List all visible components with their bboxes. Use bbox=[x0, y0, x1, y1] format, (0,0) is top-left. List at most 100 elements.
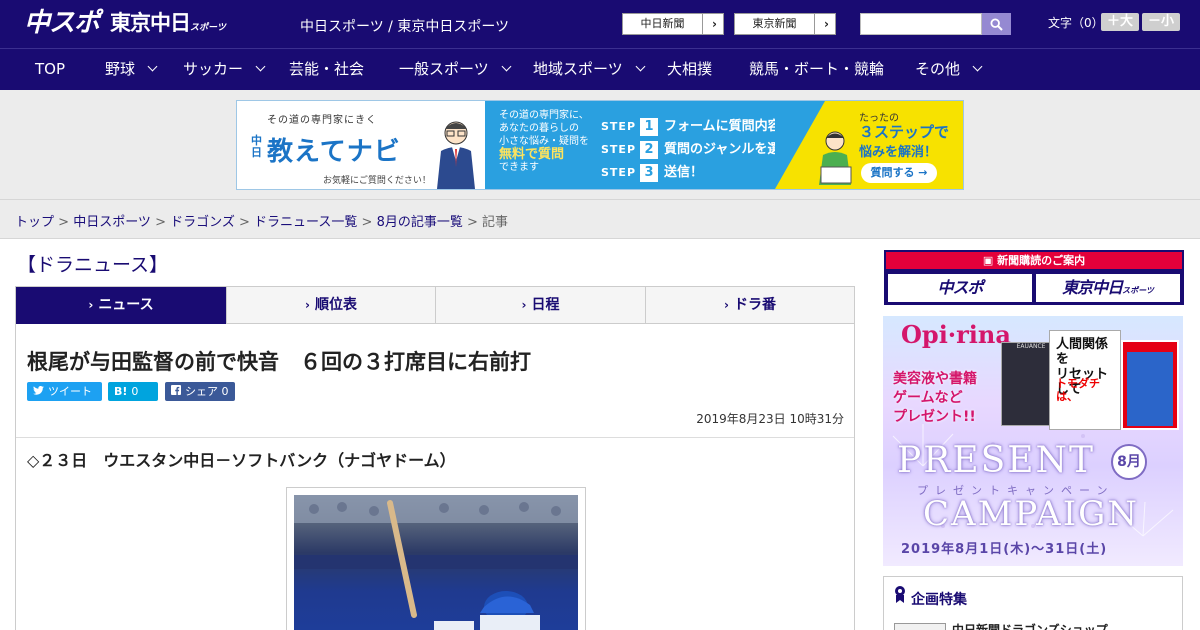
hatena-bookmark-icon: B! bbox=[114, 385, 128, 398]
ad-brand: 教えてナビ bbox=[267, 137, 401, 167]
nav-label: 一般スポーツ bbox=[399, 60, 489, 78]
article-photo-frame bbox=[286, 487, 586, 630]
campaign-product-label: EAUANCE bbox=[1016, 343, 1046, 350]
nav-item-general-sports[interactable]: 一般スポーツ bbox=[399, 49, 512, 91]
newspaper-icon: ▣ bbox=[982, 254, 998, 267]
subscribe-tokyo-chunichi-sub: スポーツ bbox=[1122, 286, 1154, 295]
breadcrumb-chunichi-sports[interactable]: 中日スポーツ bbox=[73, 215, 151, 230]
tab-standings[interactable]: › 順位表 bbox=[227, 287, 436, 324]
twitter-bird-icon bbox=[33, 382, 44, 401]
oshiete-navi-ad-banner[interactable]: その道の専門家にきく 中日 教えてナビ お気軽にご質問ください！ その道の専門家… bbox=[236, 100, 964, 190]
campaign-brand: Opi·rina bbox=[901, 320, 1011, 349]
ad-tagline: その道の専門家にきく bbox=[267, 115, 377, 126]
game-info: ◇２３日 ウエスタン中日－ソフトバンク（ナゴヤドーム） bbox=[27, 451, 456, 470]
news-tabs: › ニュース › 順位表 › 日程 › ドラ番 bbox=[15, 286, 855, 332]
chevron-down-icon bbox=[501, 61, 512, 72]
ad-step-label: STEP bbox=[601, 143, 637, 156]
breadcrumb-dragons[interactable]: ドラゴンズ bbox=[170, 215, 235, 230]
tweet-button[interactable]: ツイート bbox=[27, 382, 102, 401]
ad-right-line3: 悩みを解消！ bbox=[859, 145, 938, 160]
nav-item-regional-sports[interactable]: 地域スポーツ bbox=[533, 49, 646, 91]
chevron-right-icon: › bbox=[724, 298, 729, 312]
feature-box: 企画特集 中日新聞ドラゴンズショップ bbox=[883, 576, 1183, 630]
tab-news[interactable]: › ニュース bbox=[16, 287, 227, 332]
ad-step-number: 3 bbox=[640, 164, 659, 182]
chunichi-shimbun-label: 中日新聞 bbox=[623, 14, 703, 34]
chevron-right-icon: › bbox=[521, 298, 527, 312]
subscription-heading-text: 新聞購読のご案内 bbox=[997, 254, 1086, 267]
chevron-right-icon: › bbox=[88, 298, 94, 312]
subscribe-tokyo-chunichi-logo[interactable]: 東京中日スポーツ bbox=[1036, 274, 1180, 302]
tab-label: ニュース bbox=[98, 297, 154, 313]
breadcrumb-dora-news-list[interactable]: ドラニュース一覧 bbox=[254, 215, 357, 230]
subscribe-tokyo-chunichi-text: 東京中日 bbox=[1062, 278, 1123, 297]
facebook-label: シェア bbox=[185, 385, 218, 398]
nav-item-sumo[interactable]: 大相撲 bbox=[667, 49, 712, 91]
campaign-month-badge: 8月 bbox=[1111, 444, 1147, 480]
campaign-present-heading: PRESENT bbox=[897, 440, 1096, 481]
nav-label: 大相撲 bbox=[667, 60, 713, 78]
nav-label: 地域スポーツ bbox=[533, 60, 623, 78]
facebook-count: 0 bbox=[221, 385, 229, 398]
campaign-text-line: プレゼント!! bbox=[893, 409, 976, 425]
nav-item-top[interactable]: TOP bbox=[35, 49, 65, 91]
chuspo-logo[interactable]: 中スポ bbox=[24, 6, 100, 40]
campaign-dates: 2019年8月1日(木)〜31日(土) bbox=[901, 542, 1108, 557]
ad-right-line2: ３ステップで bbox=[859, 123, 950, 141]
nav-item-baseball[interactable]: 野球 bbox=[105, 49, 158, 91]
subscribe-chuspo-logo[interactable]: 中スポ bbox=[888, 274, 1032, 302]
campaign-game-box bbox=[1121, 340, 1179, 430]
ad-step-label: STEP bbox=[601, 166, 637, 179]
chevron-right-icon: › bbox=[824, 17, 829, 31]
chunichi-shimbun-link[interactable]: 中日新聞 › bbox=[622, 13, 724, 35]
tokyo-shimbun-link[interactable]: 東京新聞 › bbox=[734, 13, 836, 35]
ad-intro-highlight: 無料で質問 bbox=[499, 147, 565, 162]
nav-item-racing[interactable]: 競馬・ボート・競輪 bbox=[749, 49, 884, 91]
subscription-heading: ▣ 新聞購読のご案内 bbox=[886, 252, 1182, 269]
nav-label: TOP bbox=[35, 60, 66, 78]
nav-label: サッカー bbox=[183, 60, 244, 78]
nav-item-soccer[interactable]: サッカー bbox=[183, 49, 266, 91]
nav-item-other[interactable]: その他 bbox=[915, 49, 983, 91]
book-line: 人間関係を bbox=[1056, 337, 1109, 367]
tab-schedule[interactable]: › 日程 bbox=[436, 287, 646, 324]
publish-date: 2019年8月23日 10時31分 bbox=[696, 412, 844, 426]
breadcrumb-august-articles[interactable]: 8月の記事一覧 bbox=[377, 215, 463, 230]
ad-middle-panel: その道の専門家に、 あなたの暮らしの 小さな悩み・疑問を 無料で質問 できます … bbox=[485, 101, 820, 189]
tab-dora-ban[interactable]: › ドラ番 bbox=[646, 287, 854, 324]
divider bbox=[16, 437, 854, 438]
feature-link[interactable]: 中日新聞ドラゴンズショップ bbox=[952, 621, 1108, 630]
article-headline: 根尾が与田監督の前で快音 ６回の３打席目に右前打 bbox=[27, 350, 531, 374]
chevron-right-icon: › bbox=[305, 298, 310, 312]
hatena-bookmark-button[interactable]: B! 0 bbox=[108, 382, 158, 401]
tab-label: 日程 bbox=[531, 297, 560, 313]
search-button[interactable] bbox=[982, 13, 1011, 35]
ad-step-text: 送信！ bbox=[664, 165, 704, 180]
ad-strip: その道の専門家にきく 中日 教えてナビ お気軽にご質問ください！ その道の専門家… bbox=[0, 90, 1200, 200]
facebook-share-button[interactable]: シェア 0 bbox=[165, 382, 235, 401]
tokyo-chunichi-logo[interactable]: 東京中日スポーツ bbox=[110, 8, 226, 43]
ad-left-panel: その道の専門家にきく 中日 教えてナビ お気軽にご質問ください！ bbox=[237, 101, 485, 189]
chevron-down-icon bbox=[972, 61, 983, 72]
ad-step-number: 1 bbox=[640, 118, 659, 136]
batter-photo-illustration bbox=[294, 495, 578, 630]
search-input[interactable] bbox=[860, 13, 982, 35]
breadcrumb-top[interactable]: トップ bbox=[15, 215, 54, 230]
font-size-decrease-button[interactable]: －小 bbox=[1142, 13, 1180, 31]
ad-step-number: 2 bbox=[640, 141, 659, 159]
present-campaign-ad[interactable]: Opi·rina 美容液や書籍 ゲームなど プレゼント!! EAUANCE 人間… bbox=[883, 316, 1183, 566]
tab-label: ドラ番 bbox=[733, 297, 776, 313]
subscription-box[interactable]: ▣ 新聞購読のご案内 中スポ 東京中日スポーツ bbox=[884, 250, 1184, 305]
ad-ask-button[interactable]: 質問する → bbox=[861, 163, 937, 183]
section-title: 【ドラニュース】 bbox=[17, 254, 169, 276]
breadcrumb: トップ > 中日スポーツ > ドラゴンズ > ドラニュース一覧 > 8月の記事一… bbox=[15, 215, 509, 230]
chevron-down-icon bbox=[255, 61, 266, 72]
feature-thumbnail[interactable] bbox=[894, 623, 946, 630]
ad-step-text: 質問のジャンルを選択 bbox=[664, 142, 794, 157]
article-photo[interactable] bbox=[294, 495, 578, 630]
ad-divider-shape bbox=[775, 101, 825, 189]
font-size-increase-button[interactable]: ＋大 bbox=[1101, 13, 1139, 31]
site-names[interactable]: 中日スポーツ / 東京中日スポーツ bbox=[300, 16, 509, 36]
nav-item-entertainment[interactable]: 芸能・社会 bbox=[289, 49, 364, 91]
chevron-down-icon bbox=[635, 61, 646, 72]
